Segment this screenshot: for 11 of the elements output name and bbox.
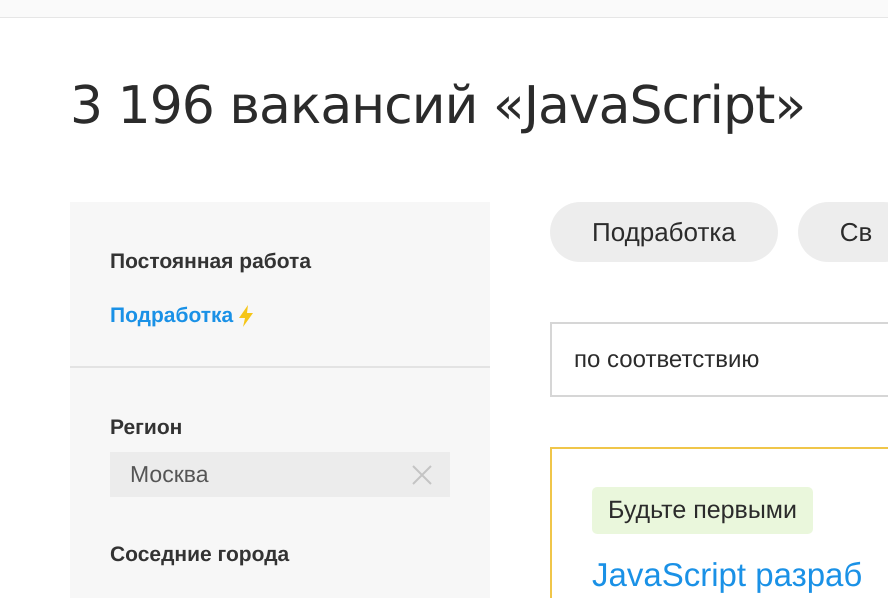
filter-chip[interactable]: Св	[798, 202, 888, 262]
employment-option[interactable]: Постоянная работа	[110, 250, 312, 274]
lightning-icon	[239, 305, 254, 327]
region-label: Регион	[110, 416, 184, 440]
sort-select[interactable]: по соответствию	[550, 322, 888, 397]
close-icon[interactable]	[412, 464, 432, 484]
filter-chip[interactable]: Подработка	[550, 202, 778, 262]
region-field[interactable]: Москва	[110, 452, 450, 497]
page-title: 3 196 вакансий «JavaScript»	[69, 75, 806, 138]
vacancy-badge: Будьте первыми	[592, 487, 813, 534]
nearby-cities-label: Соседние города	[110, 543, 290, 567]
